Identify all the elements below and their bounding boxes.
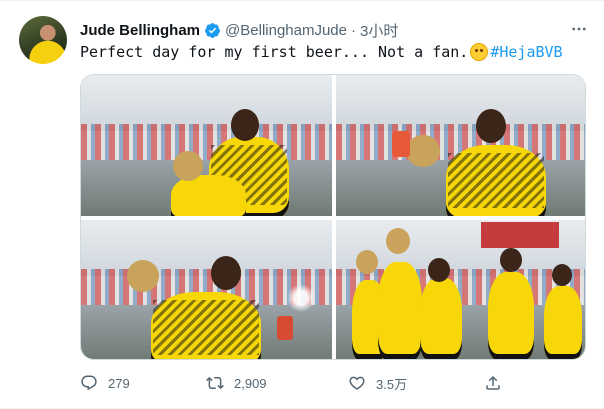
tweet-header: Jude Bellingham @BellinghamJude · 3小时 <box>80 20 398 40</box>
action-bar: 279 2,909 3.5万 <box>80 371 586 395</box>
tweet-body: Perfect day for my first beer... Not a f… <box>80 43 469 61</box>
share-icon <box>486 375 500 390</box>
tweet-timestamp[interactable]: 3小时 <box>360 20 398 41</box>
separator-dot: · <box>351 21 356 39</box>
hashtag-link[interactable]: #HejaBVB <box>490 43 562 61</box>
photo-1[interactable] <box>81 75 332 216</box>
photo-3[interactable] <box>81 220 332 359</box>
more-icon[interactable] <box>568 19 590 39</box>
verified-badge-icon <box>205 22 220 38</box>
share-button[interactable] <box>484 371 502 395</box>
like-button[interactable]: 3.5万 <box>348 371 407 395</box>
like-count: 3.5万 <box>376 376 408 392</box>
reply-button[interactable]: 279 <box>80 371 130 395</box>
retweet-button[interactable]: 2,909 <box>206 371 267 395</box>
author-name[interactable]: Jude Bellingham <box>80 22 200 39</box>
tweet-text: Perfect day for my first beer... Not a f… <box>80 43 563 61</box>
reply-count: 279 <box>108 375 130 391</box>
photo-2[interactable] <box>336 75 585 216</box>
reply-icon <box>81 375 97 391</box>
retweet-icon <box>206 376 224 390</box>
retweet-count: 2,909 <box>234 375 267 391</box>
author-handle[interactable]: @BellinghamJude <box>225 22 347 39</box>
tweet-card[interactable]: Jude Bellingham @BellinghamJude · 3小时 Pe… <box>0 0 604 409</box>
smiling-face-with-tear-icon <box>470 43 489 61</box>
like-icon <box>349 376 365 390</box>
avatar[interactable] <box>19 16 67 64</box>
photo-4[interactable] <box>336 220 585 359</box>
media-grid <box>80 74 586 360</box>
